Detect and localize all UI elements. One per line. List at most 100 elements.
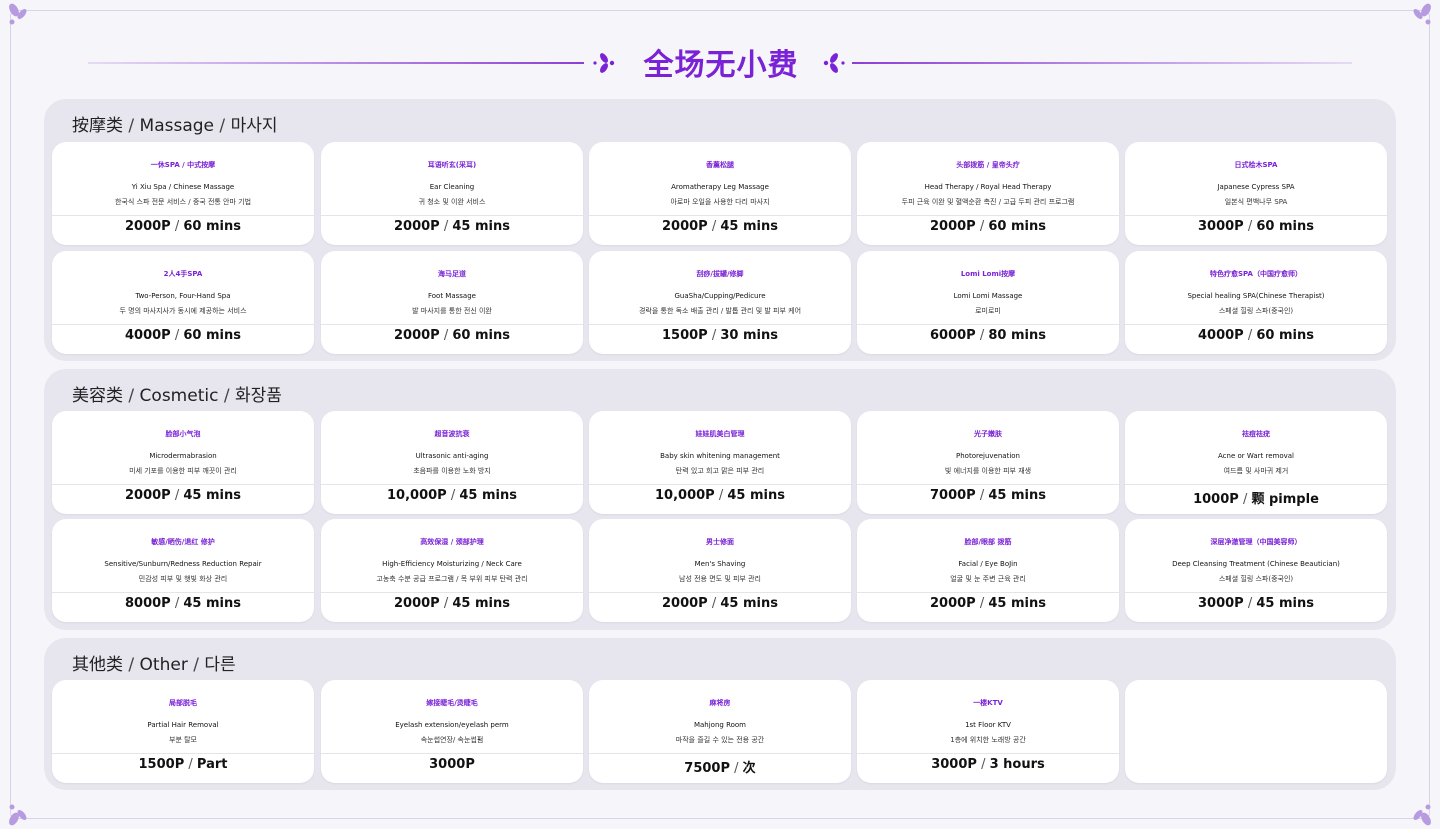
service-card[interactable]: 脸部/眼部 拨筋 Facial / Eye BoJin 얼굴 및 눈 주변 근육 관… [857, 519, 1119, 622]
card-divider [321, 753, 583, 754]
title-separator: / [187, 655, 205, 675]
price-separator: / [1243, 596, 1257, 611]
service-price-row: 2000P / 45 mins [321, 596, 583, 611]
service-name-zh: 祛痘祛疣 [1242, 430, 1270, 438]
service-name-ko: 빛 에너지를 이용한 피부 재생 [944, 467, 1032, 475]
service-card[interactable]: 脸部小气泡 Microdermabrasion 미세 기포를 이용한 피부 깨끗이 … [52, 411, 314, 514]
service-info: 嫁接睫毛/烫睫毛 Eyelash extension/eyelash perm 속눈… [321, 680, 583, 753]
service-card[interactable]: 麻将房 Mahjong Room 마작을 즐길 수 있는 전용 공간 7500P / … [589, 680, 851, 783]
page-header: 全场无小费 [0, 38, 1440, 88]
service-price-row: 6000P / 80 mins [857, 328, 1119, 343]
service-card[interactable]: 香薰松腿 Aromatherapy Leg Massage 아로마 오일을 사용한 … [589, 142, 851, 245]
service-price: 8000P [125, 596, 171, 611]
service-info: 祛痘祛疣 Acne or Wart removal 여드름 및 사마귀 제거 [1125, 411, 1387, 484]
service-duration: 60 mins [183, 328, 241, 343]
title-separator: / [123, 655, 140, 675]
service-price: 2000P [394, 328, 440, 343]
card-divider [589, 324, 851, 325]
service-price: 3000P [1198, 219, 1244, 234]
service-card[interactable]: 2人4手SPA Two-Person, Four-Hand Spa 두 명의 마사지… [52, 251, 314, 354]
service-card[interactable] [1125, 680, 1387, 783]
flower-ornament-icon [1413, 804, 1431, 826]
service-info: 局部脱毛 Partial Hair Removal 부분 탈모 [52, 680, 314, 753]
service-info: 海马足道 Foot Massage 발 마사지를 통한 전신 이완 [321, 251, 583, 324]
service-card[interactable]: 海马足道 Foot Massage 발 마사지를 통한 전신 이완 2000P / 6… [321, 251, 583, 354]
service-price-row: 10,000P / 45 mins [321, 488, 583, 503]
price-separator: / [170, 596, 184, 611]
service-name-zh: 嫁接睫毛/烫睫毛 [426, 699, 478, 707]
service-name-zh: 2人4手SPA [163, 270, 203, 278]
service-price-row: 2000P / 45 mins [857, 596, 1119, 611]
service-name-en: Head Therapy / Royal Head Therapy [924, 183, 1052, 191]
service-card[interactable]: 敏感/晒伤/退红 修护 Sensitive/Sunburn/Redness Red… [52, 519, 314, 622]
service-price: 2000P [125, 488, 171, 503]
service-price-row: 7000P / 45 mins [857, 488, 1119, 503]
service-name-zh: 耳语听玄(采耳) [427, 161, 477, 169]
service-card[interactable]: 光子嫩肤 Photorejuvenation 빛 에너지를 이용한 피부 재생 700… [857, 411, 1119, 514]
service-name-en: Two-Person, Four-Hand Spa [135, 292, 231, 300]
service-card[interactable]: 局部脱毛 Partial Hair Removal 부분 탈모 1500P / Par… [52, 680, 314, 783]
service-name-en: Baby skin whitening management [660, 452, 780, 460]
service-card[interactable]: 一楼KTV 1st Floor KTV 1층에 위치한 노래방 공간 3000P / … [857, 680, 1119, 783]
service-card[interactable]: 男士修面 Men's Shaving 남성 전용 면도 및 피부 관리 2000P /… [589, 519, 851, 622]
service-card[interactable]: 头部拨筋 / 皇帝头疗 Head Therapy / Royal Head The… [857, 142, 1119, 245]
card-divider [589, 592, 851, 593]
service-name-zh: 超音波抗衰 [434, 430, 470, 438]
service-info [1125, 680, 1387, 753]
service-price-row: 3000P / 60 mins [1125, 219, 1387, 234]
service-card[interactable]: 娃娃肌美白管理 Baby skin whitening management 탄력 … [589, 411, 851, 514]
service-name-en: GuaSha/Cupping/Pedicure [674, 292, 766, 300]
service-name-zh: 深层净澈管理（中国美容师） [1210, 538, 1302, 546]
card-divider [857, 484, 1119, 485]
header-divider-left [88, 62, 584, 64]
card-divider [1125, 324, 1387, 325]
service-price: 1500P [662, 328, 708, 343]
service-card[interactable]: 高效保湿 / 颈部护理 High-Efficiency Moisturizing … [321, 519, 583, 622]
service-name-ko: 초음파를 이용한 노화 방지 [413, 467, 491, 475]
price-separator: / [439, 596, 453, 611]
service-card[interactable]: Lomi Lomi按摩 Lomi Lomi Massage 로미로미 6000P / … [857, 251, 1119, 354]
card-divider [321, 592, 583, 593]
service-name-en: Foot Massage [428, 292, 476, 300]
service-card[interactable]: 刮痧/拔罐/修脚 GuaSha/Cupping/Pedicure 경락을 통한 독소… [589, 251, 851, 354]
price-separator: / [707, 328, 721, 343]
service-info: 特色疗愈SPA（中国疗愈师） Special healing SPA(Chines… [1125, 251, 1387, 324]
service-price-row: 2000P / 45 mins [52, 488, 314, 503]
card-divider [52, 215, 314, 216]
service-name-zh: Lomi Lomi按摩 [960, 270, 1016, 278]
section-title: 美容类 / Cosmetic / 화장품 [72, 381, 282, 406]
page-title: 全场无小费 [643, 48, 799, 83]
service-name-ko: 고농축 수분 공급 프로그램 / 목 부위 피부 탄력 관리 [376, 575, 528, 583]
service-card[interactable]: 深层净澈管理（中国美容师） Deep Cleansing Treatment (C… [1125, 519, 1387, 622]
price-separator: / [976, 757, 990, 772]
card-divider [321, 215, 583, 216]
price-separator: / [170, 488, 184, 503]
service-price-row: 3000P [321, 757, 583, 772]
service-name-ko: 미세 기포를 이용한 피부 깨끗이 관리 [129, 467, 237, 475]
service-name-en: Acne or Wart removal [1218, 452, 1294, 460]
price-separator: / [446, 488, 460, 503]
service-card[interactable]: 耳语听玄(采耳) Ear Cleaning 귀 청소 및 이완 서비스 2000P /… [321, 142, 583, 245]
service-price: 4000P [1198, 328, 1244, 343]
service-info: 脸部小气泡 Microdermabrasion 미세 기포를 이용한 피부 깨끗이 … [52, 411, 314, 484]
service-card[interactable]: 一休SPA / 中式按摩 Yi Xiu Spa / Chinese Massage… [52, 142, 314, 245]
service-name-ko: 부분 탈모 [169, 736, 197, 744]
service-price-row: 1500P / Part [52, 757, 314, 772]
service-duration: 45 mins [183, 488, 241, 503]
service-card[interactable]: 特色疗愈SPA（中国疗愈师） Special healing SPA(Chines… [1125, 251, 1387, 354]
service-price: 6000P [930, 328, 976, 343]
service-price: 3000P [1198, 596, 1244, 611]
service-card[interactable]: 超音波抗衰 Ultrasonic anti-aging 초음파를 이용한 노화 방지… [321, 411, 583, 514]
service-card[interactable]: 日式桧木SPA Japanese Cypress SPA 일본식 편백나무 SPA 3… [1125, 142, 1387, 245]
service-name-zh: 光子嫩肤 [974, 430, 1002, 438]
section-title: 按摩类 / Massage / 마사지 [72, 111, 277, 136]
service-name-en: Mahjong Room [693, 721, 747, 729]
card-divider [857, 215, 1119, 216]
service-card[interactable]: 嫁接睫毛/烫睫毛 Eyelash extension/eyelash perm 속눈… [321, 680, 583, 783]
service-card[interactable]: 祛痘祛疣 Acne or Wart removal 여드름 및 사마귀 제거 1000… [1125, 411, 1387, 514]
leaf-ornament-icon [823, 53, 845, 73]
service-duration: Part [196, 757, 228, 772]
service-price-row: 4000P / 60 mins [52, 328, 314, 343]
service-duration: 45 mins [452, 596, 510, 611]
service-name-zh: 特色疗愈SPA（中国疗愈师） [1210, 270, 1302, 278]
